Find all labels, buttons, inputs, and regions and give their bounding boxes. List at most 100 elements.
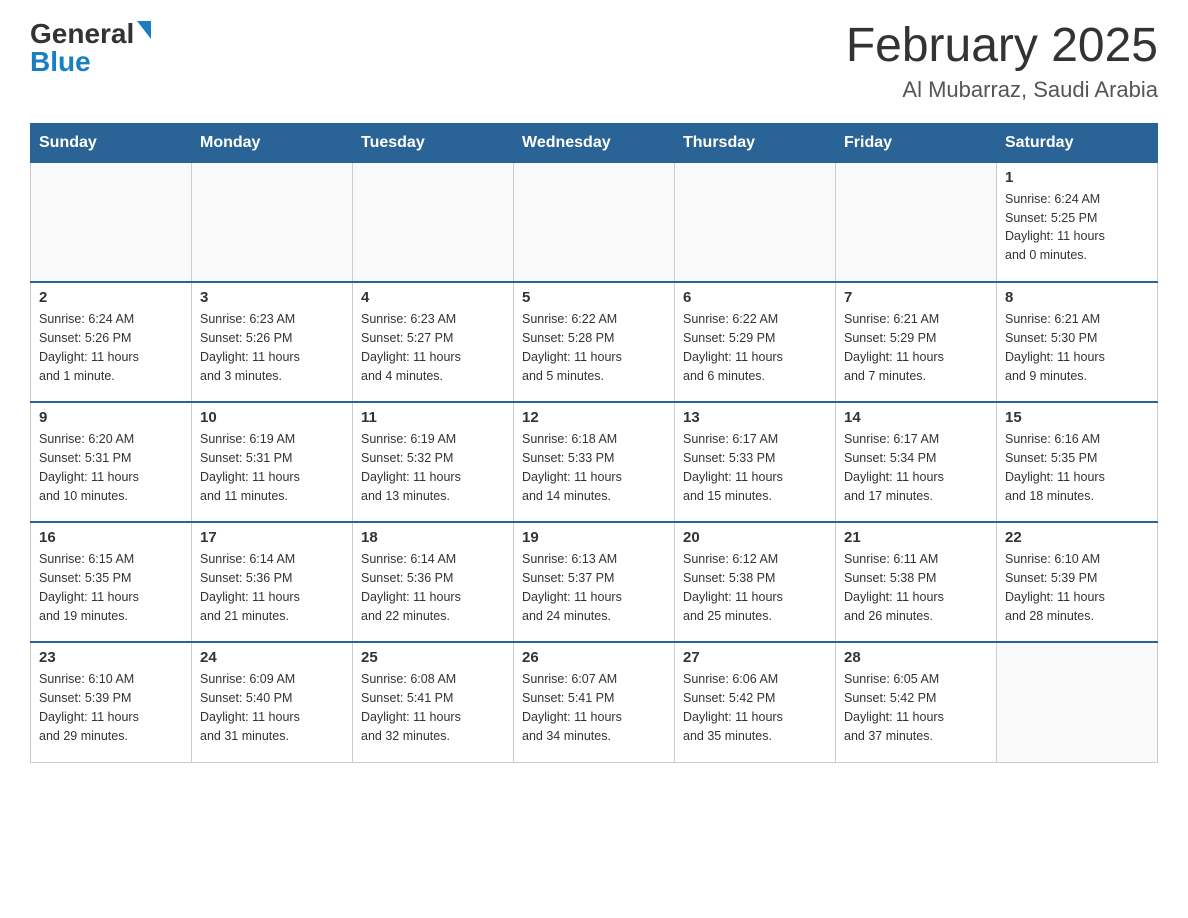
calendar-cell: 17 Sunrise: 6:14 AM Sunset: 5:36 PM Dayli… [192,522,353,642]
calendar-cell: 27Sunrise: 6:06 AM Sunset: 5:42 PM Dayli… [675,642,836,762]
day-info: Sunrise: 6:06 AM Sunset: 5:42 PM Dayligh… [683,670,827,745]
calendar-week-row: 9 Sunrise: 6:20 AM Sunset: 5:31 PM Daylig… [31,402,1158,522]
page-header: General Blue February 2025 Al Mubarraz, … [30,20,1158,103]
calendar-cell: 23 Sunrise: 6:10 AM Sunset: 5:39 PM Dayli… [31,642,192,762]
calendar-cell: 6 Sunrise: 6:22 AM Sunset: 5:29 PM Daylig… [675,282,836,402]
calendar-table: SundayMondayTuesdayWednesdayThursdayFrid… [30,123,1158,763]
day-info: Sunrise: 6:16 AM Sunset: 5:35 PM Dayligh… [1005,430,1149,505]
calendar-cell: 7Sunrise: 6:21 AM Sunset: 5:29 PM Daylig… [836,282,997,402]
day-info: Sunrise: 6:17 AM Sunset: 5:33 PM Dayligh… [683,430,827,505]
calendar-week-row: 2 Sunrise: 6:24 AM Sunset: 5:26 PM Daylig… [31,282,1158,402]
day-info: Sunrise: 6:24 AM Sunset: 5:25 PM Dayligh… [1005,190,1149,265]
day-number: 18 [361,529,505,546]
day-number: 13 [683,409,827,426]
logo-blue-text: Blue [30,48,91,76]
day-number: 12 [522,409,666,426]
calendar-cell [192,162,353,282]
calendar-week-row: 1 Sunrise: 6:24 AM Sunset: 5:25 PM Daylig… [31,162,1158,282]
day-info: Sunrise: 6:13 AM Sunset: 5:37 PM Dayligh… [522,550,666,625]
day-number: 15 [1005,409,1149,426]
day-number: 14 [844,409,988,426]
day-number: 21 [844,529,988,546]
day-info: Sunrise: 6:15 AM Sunset: 5:35 PM Dayligh… [39,550,183,625]
calendar-cell: 22Sunrise: 6:10 AM Sunset: 5:39 PM Dayli… [997,522,1158,642]
calendar-cell: 14 Sunrise: 6:17 AM Sunset: 5:34 PM Dayli… [836,402,997,522]
calendar-cell [514,162,675,282]
day-info: Sunrise: 6:19 AM Sunset: 5:31 PM Dayligh… [200,430,344,505]
calendar-cell: 12 Sunrise: 6:18 AM Sunset: 5:33 PM Dayli… [514,402,675,522]
column-header-sunday: Sunday [31,123,192,162]
logo-arrow-icon [137,21,151,39]
day-number: 26 [522,649,666,666]
location-text: Al Mubarraz, Saudi Arabia [846,77,1158,103]
day-number: 20 [683,529,827,546]
day-info: Sunrise: 6:10 AM Sunset: 5:39 PM Dayligh… [39,670,183,745]
calendar-cell [836,162,997,282]
day-info: Sunrise: 6:20 AM Sunset: 5:31 PM Dayligh… [39,430,183,505]
day-number: 5 [522,289,666,306]
day-info: Sunrise: 6:14 AM Sunset: 5:36 PM Dayligh… [361,550,505,625]
column-header-tuesday: Tuesday [353,123,514,162]
calendar-week-row: 16Sunrise: 6:15 AM Sunset: 5:35 PM Dayli… [31,522,1158,642]
calendar-cell [675,162,836,282]
calendar-cell: 2 Sunrise: 6:24 AM Sunset: 5:26 PM Daylig… [31,282,192,402]
calendar-cell [31,162,192,282]
day-info: Sunrise: 6:23 AM Sunset: 5:27 PM Dayligh… [361,310,505,385]
title-block: February 2025 Al Mubarraz, Saudi Arabia [846,20,1158,103]
calendar-cell [353,162,514,282]
day-number: 24 [200,649,344,666]
day-info: Sunrise: 6:10 AM Sunset: 5:39 PM Dayligh… [1005,550,1149,625]
calendar-cell: 20Sunrise: 6:12 AM Sunset: 5:38 PM Dayli… [675,522,836,642]
day-number: 1 [1005,169,1149,186]
day-info: Sunrise: 6:08 AM Sunset: 5:41 PM Dayligh… [361,670,505,745]
calendar-cell: 21 Sunrise: 6:11 AM Sunset: 5:38 PM Dayli… [836,522,997,642]
day-number: 28 [844,649,988,666]
day-number: 17 [200,529,344,546]
day-info: Sunrise: 6:11 AM Sunset: 5:38 PM Dayligh… [844,550,988,625]
day-info: Sunrise: 6:22 AM Sunset: 5:29 PM Dayligh… [683,310,827,385]
day-info: Sunrise: 6:18 AM Sunset: 5:33 PM Dayligh… [522,430,666,505]
calendar-week-row: 23 Sunrise: 6:10 AM Sunset: 5:39 PM Dayli… [31,642,1158,762]
logo: General Blue [30,20,151,76]
calendar-cell: 25 Sunrise: 6:08 AM Sunset: 5:41 PM Dayli… [353,642,514,762]
day-number: 6 [683,289,827,306]
day-info: Sunrise: 6:17 AM Sunset: 5:34 PM Dayligh… [844,430,988,505]
calendar-cell: 26 Sunrise: 6:07 AM Sunset: 5:41 PM Dayli… [514,642,675,762]
day-number: 10 [200,409,344,426]
day-info: Sunrise: 6:24 AM Sunset: 5:26 PM Dayligh… [39,310,183,385]
day-info: Sunrise: 6:05 AM Sunset: 5:42 PM Dayligh… [844,670,988,745]
day-number: 19 [522,529,666,546]
calendar-header-row: SundayMondayTuesdayWednesdayThursdayFrid… [31,123,1158,162]
calendar-cell: 1 Sunrise: 6:24 AM Sunset: 5:25 PM Daylig… [997,162,1158,282]
calendar-cell: 9 Sunrise: 6:20 AM Sunset: 5:31 PM Daylig… [31,402,192,522]
day-info: Sunrise: 6:23 AM Sunset: 5:26 PM Dayligh… [200,310,344,385]
day-info: Sunrise: 6:22 AM Sunset: 5:28 PM Dayligh… [522,310,666,385]
column-header-wednesday: Wednesday [514,123,675,162]
calendar-cell: 3Sunrise: 6:23 AM Sunset: 5:26 PM Daylig… [192,282,353,402]
month-title: February 2025 [846,20,1158,73]
day-number: 2 [39,289,183,306]
day-number: 4 [361,289,505,306]
calendar-cell: 24 Sunrise: 6:09 AM Sunset: 5:40 PM Dayli… [192,642,353,762]
calendar-cell: 5 Sunrise: 6:22 AM Sunset: 5:28 PM Daylig… [514,282,675,402]
calendar-cell: 18 Sunrise: 6:14 AM Sunset: 5:36 PM Dayli… [353,522,514,642]
calendar-cell: 11 Sunrise: 6:19 AM Sunset: 5:32 PM Dayli… [353,402,514,522]
day-number: 25 [361,649,505,666]
calendar-cell: 28 Sunrise: 6:05 AM Sunset: 5:42 PM Dayli… [836,642,997,762]
day-info: Sunrise: 6:09 AM Sunset: 5:40 PM Dayligh… [200,670,344,745]
day-number: 23 [39,649,183,666]
day-info: Sunrise: 6:14 AM Sunset: 5:36 PM Dayligh… [200,550,344,625]
calendar-cell: 15 Sunrise: 6:16 AM Sunset: 5:35 PM Dayli… [997,402,1158,522]
day-number: 11 [361,409,505,426]
logo-general-text: General [30,20,134,48]
day-info: Sunrise: 6:07 AM Sunset: 5:41 PM Dayligh… [522,670,666,745]
column-header-saturday: Saturday [997,123,1158,162]
day-number: 9 [39,409,183,426]
calendar-cell: 8Sunrise: 6:21 AM Sunset: 5:30 PM Daylig… [997,282,1158,402]
calendar-cell [997,642,1158,762]
calendar-cell: 19 Sunrise: 6:13 AM Sunset: 5:37 PM Dayli… [514,522,675,642]
column-header-monday: Monday [192,123,353,162]
column-header-friday: Friday [836,123,997,162]
day-info: Sunrise: 6:19 AM Sunset: 5:32 PM Dayligh… [361,430,505,505]
calendar-cell: 16Sunrise: 6:15 AM Sunset: 5:35 PM Dayli… [31,522,192,642]
